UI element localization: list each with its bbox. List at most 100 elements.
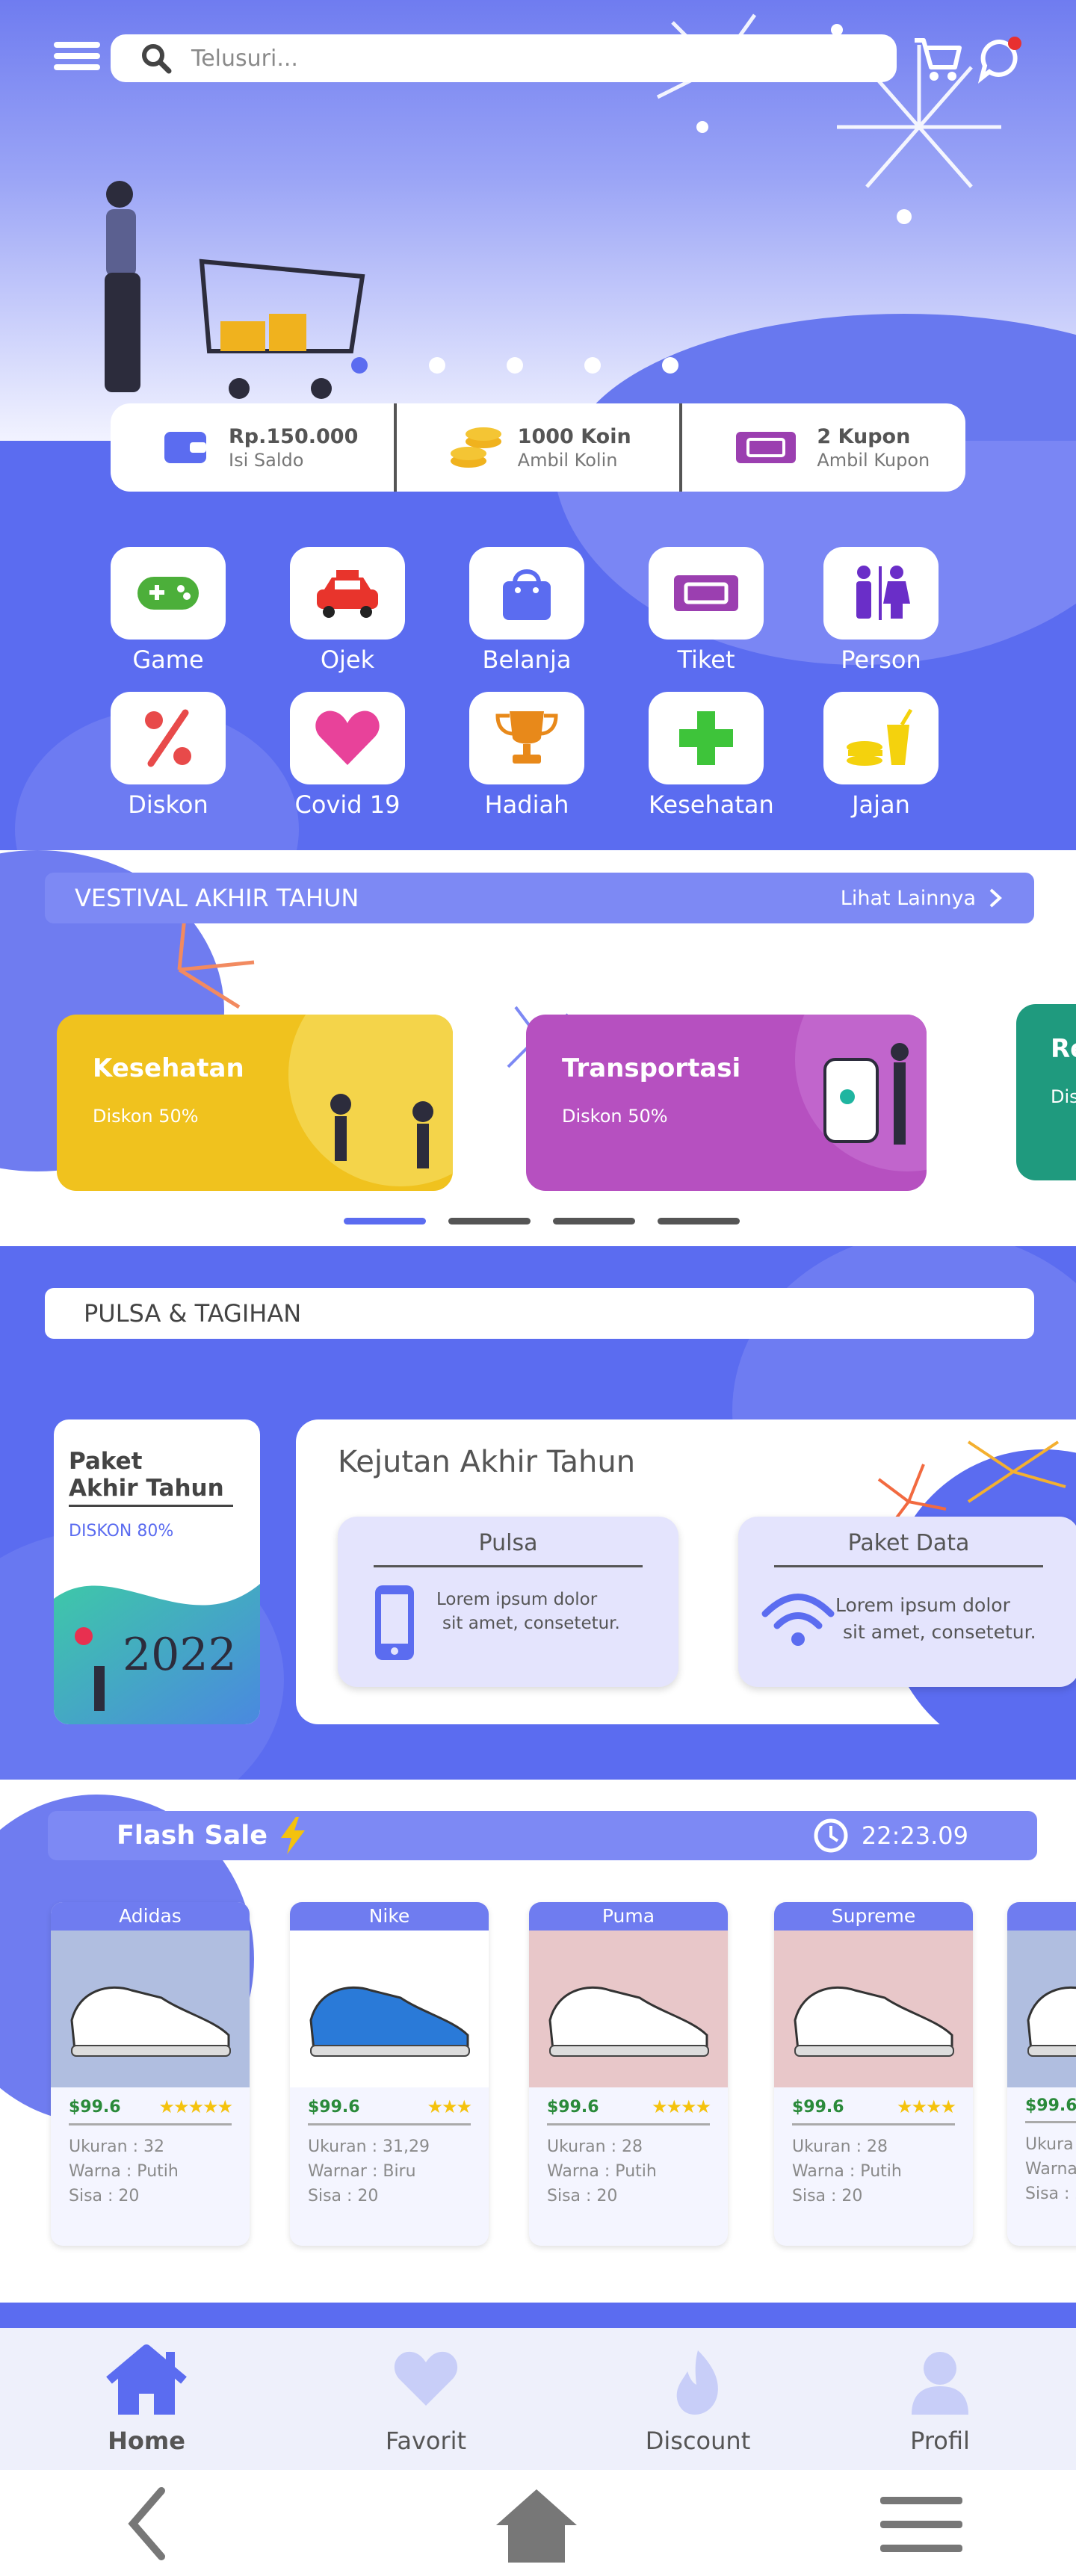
carousel-dot[interactable] <box>351 357 368 374</box>
package-year: 2022 <box>123 1629 237 1681</box>
promo-title: Re <box>1051 1034 1076 1064</box>
car-icon <box>317 570 378 618</box>
product-image <box>1007 1931 1076 2087</box>
system-navigation <box>0 2470 1076 2576</box>
recent-apps-icon[interactable] <box>880 2497 962 2557</box>
nav-home[interactable]: Home <box>72 2343 221 2455</box>
product-stock: Sisa : 2 <box>1025 2185 1076 2203</box>
promo-card-transportasi[interactable]: Transportasi Diskon 50% <box>526 1015 927 1191</box>
option-desc1: Lorem ipsum dolor <box>436 1590 598 1609</box>
promo-carousel-dots[interactable] <box>344 1218 740 1224</box>
product-price: $99.6 <box>1025 2096 1076 2115</box>
app-screen: Telusuri... Rp.150.000 Isi Saldo 1000 Koi… <box>0 0 1076 2576</box>
category-ojek[interactable]: Ojek <box>290 547 405 674</box>
search-input[interactable]: Telusuri... <box>191 46 298 72</box>
product-card[interactable]: Puma $99.6 ★★★★ Ukuran : 28 Warna : Putih Sis… <box>529 1902 728 2246</box>
carousel-dot[interactable] <box>448 1218 531 1224</box>
nav-label: Home <box>108 2427 185 2455</box>
product-size: Ukuran : 28 <box>547 2137 643 2156</box>
product-image <box>51 1931 250 2087</box>
cart-icon[interactable] <box>912 33 964 85</box>
see-more-label: Lihat Lainnya <box>840 886 976 910</box>
package-line1: Paket <box>69 1448 143 1475</box>
hero-carousel-dots[interactable] <box>351 357 678 374</box>
hamburger-menu-icon[interactable] <box>54 42 100 76</box>
nav-profil[interactable]: Profil <box>865 2343 1015 2455</box>
product-stock: Sisa : 20 <box>69 2187 140 2205</box>
sneaker-image <box>794 1986 954 2057</box>
category-jajan[interactable]: Jajan <box>823 692 939 819</box>
option-title: Paket Data <box>847 1530 970 1556</box>
search-bar[interactable]: Telusuri... <box>111 34 897 82</box>
carousel-dot[interactable] <box>507 357 523 374</box>
carousel-dot[interactable] <box>344 1218 426 1224</box>
category-person[interactable]: Person <box>823 547 939 674</box>
product-price: $99.6 <box>69 2097 121 2117</box>
product-card[interactable]: $99.6 Ukura Warna Sisa : 2 <box>1007 1902 1076 2246</box>
carousel-dot[interactable] <box>553 1218 635 1224</box>
lightning-icon <box>281 1817 306 1854</box>
category-hadiah[interactable]: Hadiah <box>469 692 584 819</box>
product-brand: Supreme <box>774 1902 973 1931</box>
product-card[interactable]: Adidas $99.6 ★★★★★ Ukuran : 32 Warna : Putih… <box>51 1902 250 2246</box>
chevron-right-icon <box>989 888 1002 908</box>
carousel-dot[interactable] <box>658 1218 740 1224</box>
bottom-navigation: Home Favorit Discount Profil <box>0 2328 1076 2470</box>
people-icon <box>856 566 910 620</box>
category-label: Tiket <box>677 645 735 674</box>
product-price: $99.6 <box>308 2097 360 2117</box>
category-game[interactable]: Game <box>111 547 226 674</box>
nav-favorit[interactable]: Favorit <box>351 2343 501 2455</box>
category-kesehatan[interactable]: Kesehatan <box>649 692 774 819</box>
product-rating: ★★★★★ <box>158 2096 233 2117</box>
wallet-coins-title: 1000 Koin <box>517 424 631 448</box>
category-covid[interactable]: Covid 19 <box>290 692 405 819</box>
product-rating: ★★★★ <box>651 2096 711 2117</box>
promo-subtitle: Dis <box>1051 1086 1076 1107</box>
category-label: Person <box>841 645 921 674</box>
package-line2: Akhir Tahun <box>69 1475 233 1507</box>
clock-icon <box>814 1818 848 1853</box>
carousel-dot[interactable] <box>429 357 445 374</box>
home-icon[interactable] <box>492 2485 581 2567</box>
product-card[interactable]: Supreme $99.6 ★★★★ Ukuran : 28 Warna : Putih… <box>774 1902 973 2246</box>
product-size: Ukuran : 28 <box>792 2137 888 2156</box>
product-card[interactable]: Nike $99.6 ★★★ Ukuran : 31,29 Warnar : Biru S… <box>290 1902 489 2246</box>
heart-icon <box>315 710 380 765</box>
wallet-balance-title: Rp.150.000 <box>229 424 359 448</box>
category-label: Game <box>132 645 204 674</box>
carousel-dot[interactable] <box>662 357 678 374</box>
wallet-icon <box>164 432 206 463</box>
nav-discount[interactable]: Discount <box>623 2343 773 2455</box>
promo-card-partial[interactable]: Re Dis <box>1016 1004 1076 1180</box>
surprise-title: Kejutan Akhir Tahun <box>338 1445 636 1479</box>
category-tiket[interactable]: Tiket <box>649 547 764 674</box>
countdown-timer: 22:23.09 <box>861 1821 968 1850</box>
see-more-link[interactable]: Lihat Lainnya <box>841 887 1004 910</box>
pulsa-option[interactable]: Pulsa Lorem ipsum dolor sit amet, conset… <box>338 1517 678 1687</box>
wallet-coins[interactable]: 1000 Koin Ambil Kolin <box>393 403 680 492</box>
sneaker-image <box>309 1986 470 2057</box>
package-card[interactable]: Paket Akhir Tahun DISKON 80% 2022 <box>54 1419 260 1724</box>
product-color: Warna : Putih <box>792 2162 902 2181</box>
wallet-balance[interactable]: Rp.150.000 Isi Saldo <box>111 403 394 492</box>
surprise-card: Kejutan Akhir Tahun Pulsa Lorem ipsum do… <box>296 1419 1076 1724</box>
chat-notification-icon[interactable] <box>976 33 1028 85</box>
category-belanja[interactable]: Belanja <box>469 547 584 674</box>
paket-data-option[interactable]: Paket Data Lorem ipsum dolor sit amet, c… <box>738 1517 1076 1687</box>
wallet-coins-subtitle: Ambil Kolin <box>517 449 618 471</box>
carousel-dot[interactable] <box>584 357 601 374</box>
category-diskon[interactable]: Diskon <box>111 692 226 819</box>
bottom-divider <box>0 2303 1076 2328</box>
back-icon[interactable] <box>124 2486 169 2561</box>
category-label: Jajan <box>852 790 910 819</box>
user-icon <box>912 2352 968 2415</box>
product-brand: Puma <box>529 1902 728 1931</box>
promo-card-kesehatan[interactable]: Kesehatan Diskon 50% <box>57 1015 453 1191</box>
wallet-coupons-title: 2 Kupon <box>817 424 911 448</box>
fire-icon <box>676 2350 718 2415</box>
wallet-coupons[interactable]: 2 Kupon Ambil Kupon <box>679 403 965 492</box>
product-stock: Sisa : 20 <box>792 2187 863 2205</box>
product-stock: Sisa : 20 <box>547 2187 618 2205</box>
product-rating: ★★★ <box>427 2096 472 2117</box>
